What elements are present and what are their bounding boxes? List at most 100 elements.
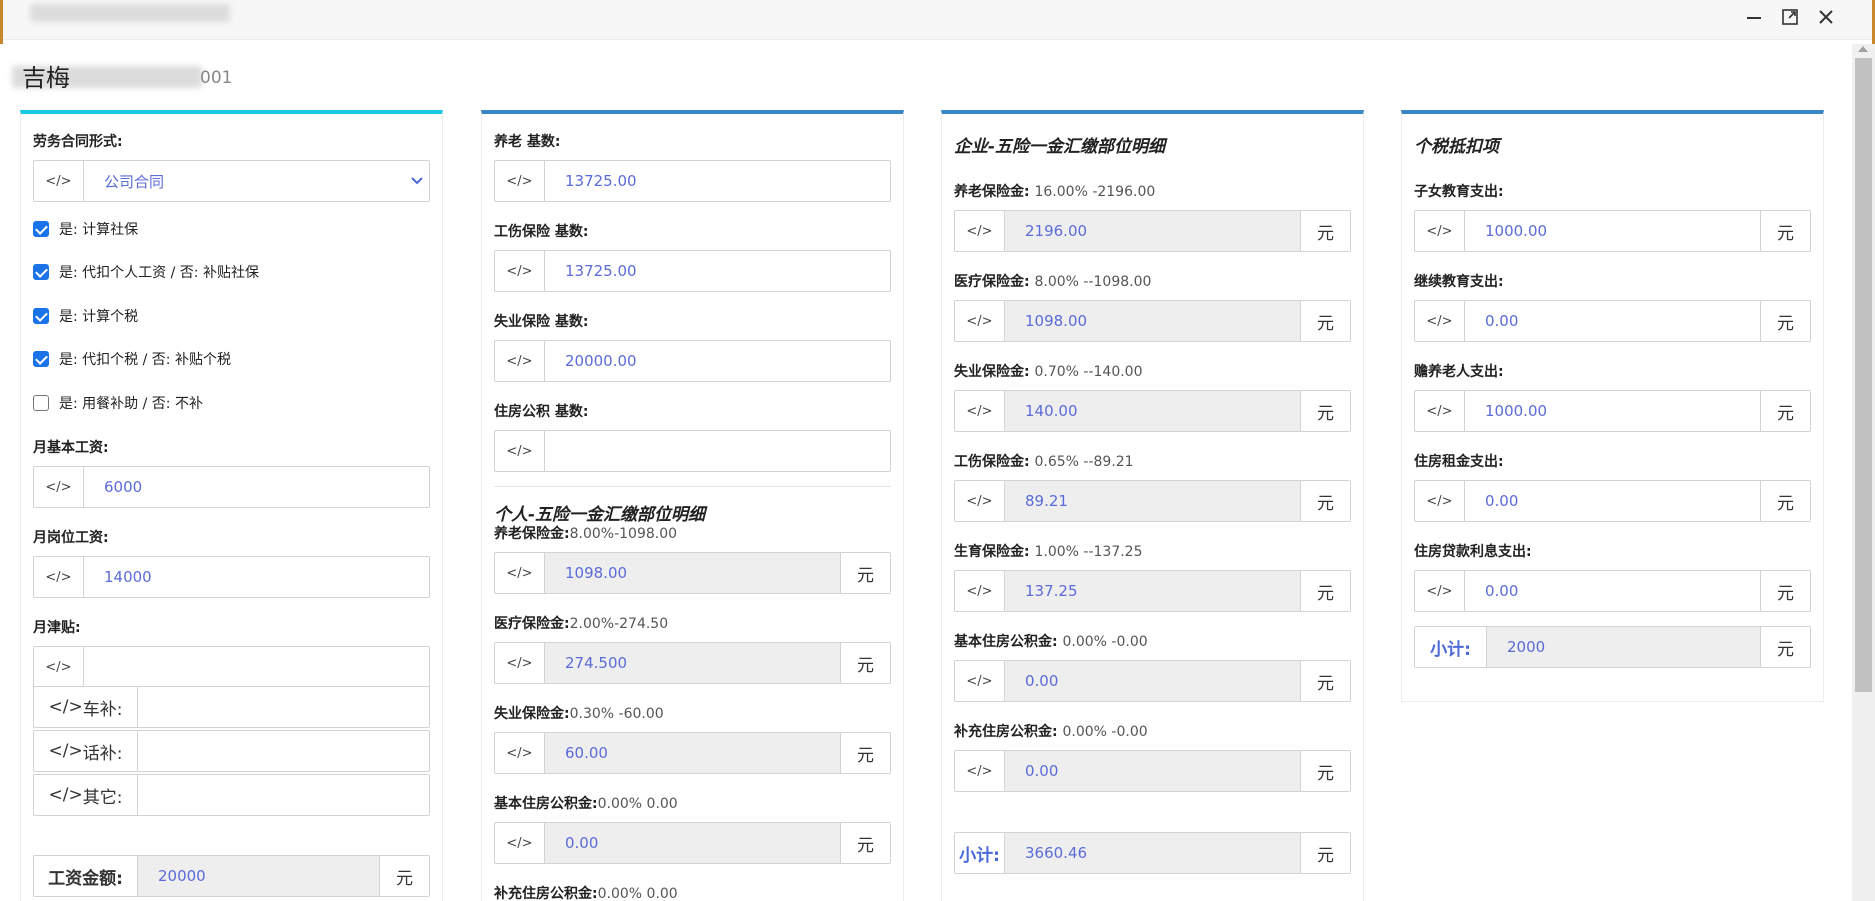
checkbox-box[interactable] [33, 395, 49, 411]
checkbox-withhold-salary[interactable]: 是: 代扣个人工资 / 否: 补贴社保 [33, 262, 259, 282]
code-icon: </> [34, 467, 84, 507]
child-education-field: 子女教育支出: </> 1000.00 元 [1414, 182, 1811, 252]
housing-rent-input[interactable]: 0.00 [1465, 481, 1760, 521]
minimize-icon[interactable] [1741, 4, 1767, 30]
company-housing-input[interactable]: 0.00 [1005, 661, 1300, 701]
company-section-title: 企业-五险一金汇缴部位明细 [954, 137, 1166, 157]
checkbox-box[interactable] [33, 308, 49, 324]
phone-allowance-input[interactable] [138, 731, 429, 771]
code-icon: </> [495, 161, 545, 201]
base-salary-input[interactable]: 6000 [84, 467, 429, 507]
company-medical-input[interactable]: 1098.00 [1005, 301, 1300, 341]
close-icon[interactable] [1813, 4, 1839, 30]
continuing-education-field: 继续教育支出: </> 0.00 元 [1414, 272, 1811, 342]
car-allowance-group: </> 车补: [33, 686, 430, 728]
tax-section-title: 个税抵扣项 [1414, 137, 1499, 157]
tax-subtotal-group: 小计: 2000 元 [1414, 626, 1811, 668]
salary-total-input[interactable]: 20000 [138, 856, 379, 896]
company-supp-housing-input[interactable]: 0.00 [1005, 751, 1300, 791]
code-icon: </> [955, 481, 1005, 521]
checkbox-meal[interactable]: 是: 用餐补助 / 否: 不补 [33, 393, 203, 413]
checkbox-tax[interactable]: 是: 计算个税 [33, 306, 138, 326]
title-bar [0, 0, 1875, 40]
maximize-icon[interactable] [1777, 4, 1803, 30]
contract-label: 劳务合同形式: [33, 134, 123, 150]
scroll-up-icon[interactable] [1858, 46, 1868, 52]
company-subtotal-label: 小计: [955, 833, 1005, 873]
personal-pension-input[interactable]: 1098.00 [545, 553, 840, 593]
contract-select[interactable]: </> 公司合同 [33, 160, 430, 202]
heading-main: 吉梅 [22, 64, 70, 92]
continuing-education-input[interactable]: 0.00 [1465, 301, 1760, 341]
code-icon: </> [34, 557, 84, 597]
unit-label: 元 [1760, 391, 1810, 431]
personal-housing-input[interactable]: 0.00 [545, 823, 840, 863]
checkbox-box[interactable] [33, 264, 49, 280]
company-pension-field: 养老保险金: 16.00% -2196.00 </> 2196.00 元 [954, 182, 1351, 252]
code-icon: </> [1415, 571, 1465, 611]
car-allowance-input[interactable] [138, 687, 429, 727]
chevron-down-icon[interactable] [405, 161, 429, 201]
scrollbar-thumb[interactable] [1855, 58, 1872, 692]
unit-label: 元 [1300, 751, 1350, 791]
personal-unemployment-input[interactable]: 60.00 [545, 733, 840, 773]
code-icon: </> [495, 251, 545, 291]
company-pension-input[interactable]: 2196.00 [1005, 211, 1300, 251]
company-unemployment-input[interactable]: 140.00 [1005, 391, 1300, 431]
unit-label: 元 [1760, 481, 1810, 521]
contract-field: 劳务合同形式: </> 公司合同 [33, 132, 430, 202]
contract-value[interactable]: 公司合同 [84, 161, 405, 201]
unit-label: 元 [1300, 211, 1350, 251]
company-insurance-panel: 企业-五险一金汇缴部位明细 养老保险金: 16.00% -2196.00 </>… [941, 110, 1364, 901]
personal-medical-input[interactable]: 274.500 [545, 643, 840, 683]
unit-label: 元 [840, 823, 890, 863]
company-subtotal-input[interactable]: 3660.46 [1005, 833, 1300, 873]
housing-base-field: 住房公积 基数: </> [494, 402, 891, 472]
company-maternity-input[interactable]: 137.25 [1005, 571, 1300, 611]
unemployment-base-input[interactable]: 20000.00 [545, 341, 890, 381]
unit-label: 元 [1760, 301, 1810, 341]
post-salary-field: 月岗位工资: </> 14000 [33, 528, 430, 598]
mortgage-interest-input[interactable]: 0.00 [1465, 571, 1760, 611]
unit-label: 元 [1760, 627, 1810, 667]
personal-unemployment-field: 失业保险金:0.30% -60.00 </> 60.00 元 [494, 704, 891, 774]
checkbox-box[interactable] [33, 221, 49, 237]
vertical-scrollbar[interactable] [1852, 44, 1875, 901]
housing-base-input[interactable] [545, 431, 890, 471]
unit-label: 元 [1760, 571, 1810, 611]
code-icon: </> [955, 751, 1005, 791]
checkbox-social[interactable]: 是: 计算社保 [33, 219, 138, 239]
elderly-support-field: 赡养老人支出: </> 1000.00 元 [1414, 362, 1811, 432]
injury-base-input[interactable]: 13725.00 [545, 251, 890, 291]
unit-label: 元 [1300, 571, 1350, 611]
allowance-input[interactable] [84, 647, 429, 687]
allowance-field: 月津贴: </> [33, 618, 430, 688]
pension-base-field: 养老 基数: </> 13725.00 [494, 132, 891, 202]
unit-label: 元 [1300, 481, 1350, 521]
child-education-input[interactable]: 1000.00 [1465, 211, 1760, 251]
elderly-support-input[interactable]: 1000.00 [1465, 391, 1760, 431]
tax-subtotal-input[interactable]: 2000 [1487, 627, 1760, 667]
unit-label: 元 [840, 553, 890, 593]
phone-allowance-addon: </> 话补: [34, 731, 138, 771]
other-allowance-group: </> 其它: [33, 774, 430, 816]
company-injury-input[interactable]: 89.21 [1005, 481, 1300, 521]
checkbox-withhold-tax[interactable]: 是: 代扣个税 / 否: 补贴个税 [33, 349, 231, 369]
pension-base-input[interactable]: 13725.00 [545, 161, 890, 201]
base-salary-field: 月基本工资: </> 6000 [33, 438, 430, 508]
unit-label: 元 [840, 643, 890, 683]
post-salary-input[interactable]: 14000 [84, 557, 429, 597]
salary-total-label: 工资金额: [34, 856, 138, 896]
code-icon: </> [1415, 301, 1465, 341]
divider [494, 486, 891, 487]
unemployment-base-field: 失业保险 基数: </> 20000.00 [494, 312, 891, 382]
housing-rent-field: 住房租金支出: </> 0.00 元 [1414, 452, 1811, 522]
unit-label: 元 [1300, 661, 1350, 701]
code-icon: </> [495, 341, 545, 381]
other-allowance-input[interactable] [138, 775, 429, 815]
code-icon: </> [955, 661, 1005, 701]
personal-insurance-panel: 养老 基数: </> 13725.00 工伤保险 基数: </> 13725.0… [481, 110, 904, 901]
checkbox-box[interactable] [33, 351, 49, 367]
heading-sub: 001 [200, 68, 233, 88]
code-icon: </> [34, 161, 84, 201]
